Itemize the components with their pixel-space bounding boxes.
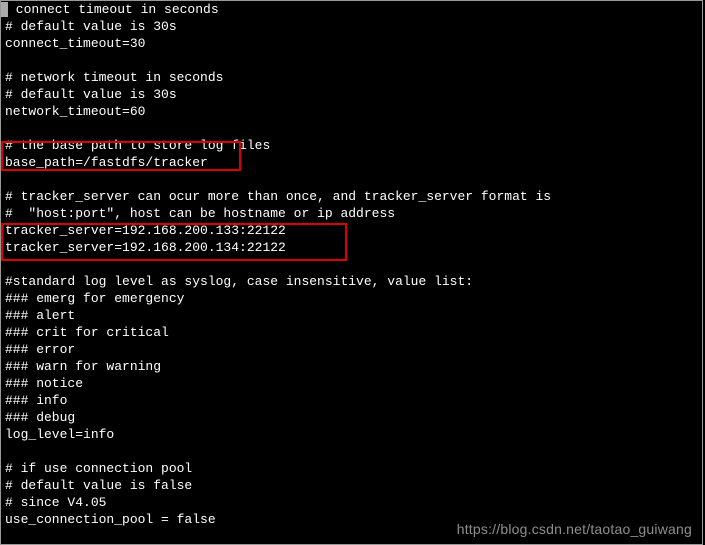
config-line: ### error (5, 341, 698, 358)
config-line: connect_timeout=30 (5, 35, 698, 52)
config-line: tracker_server=192.168.200.134:22122 (5, 239, 698, 256)
config-line: ### emerg for emergency (5, 290, 698, 307)
config-line (5, 52, 698, 69)
config-line: # default value is 30s (5, 18, 698, 35)
config-line: # tracker_server can ocur more than once… (5, 188, 698, 205)
terminal-viewport[interactable]: connect timeout in seconds # default val… (0, 0, 703, 545)
config-line: tracker_server=192.168.200.133:22122 (5, 222, 698, 239)
config-line: # since V4.05 (5, 494, 698, 511)
config-line: ### debug (5, 409, 698, 426)
config-line: ### crit for critical (5, 324, 698, 341)
config-line (5, 120, 698, 137)
config-line: #standard log level as syslog, case inse… (5, 273, 698, 290)
config-line (5, 171, 698, 188)
config-line: # default value is false (5, 477, 698, 494)
config-line: # "host:port", host can be hostname or i… (5, 205, 698, 222)
watermark-text: https://blog.csdn.net/taotao_guiwang (457, 521, 692, 538)
cursor-block (1, 2, 8, 17)
config-line (5, 256, 698, 273)
config-line: # if use connection pool (5, 460, 698, 477)
config-line: ### alert (5, 307, 698, 324)
config-line (5, 443, 698, 460)
config-line: # the base path to store log files (5, 137, 698, 154)
config-line: network_timeout=60 (5, 103, 698, 120)
config-line: log_level=info (5, 426, 698, 443)
config-line: ### warn for warning (5, 358, 698, 375)
config-line: ### info (5, 392, 698, 409)
config-line: ### notice (5, 375, 698, 392)
config-line: base_path=/fastdfs/tracker (5, 154, 698, 171)
config-line: connect timeout in seconds (8, 1, 219, 18)
config-line: # network timeout in seconds (5, 69, 698, 86)
config-line: # default value is 30s (5, 86, 698, 103)
